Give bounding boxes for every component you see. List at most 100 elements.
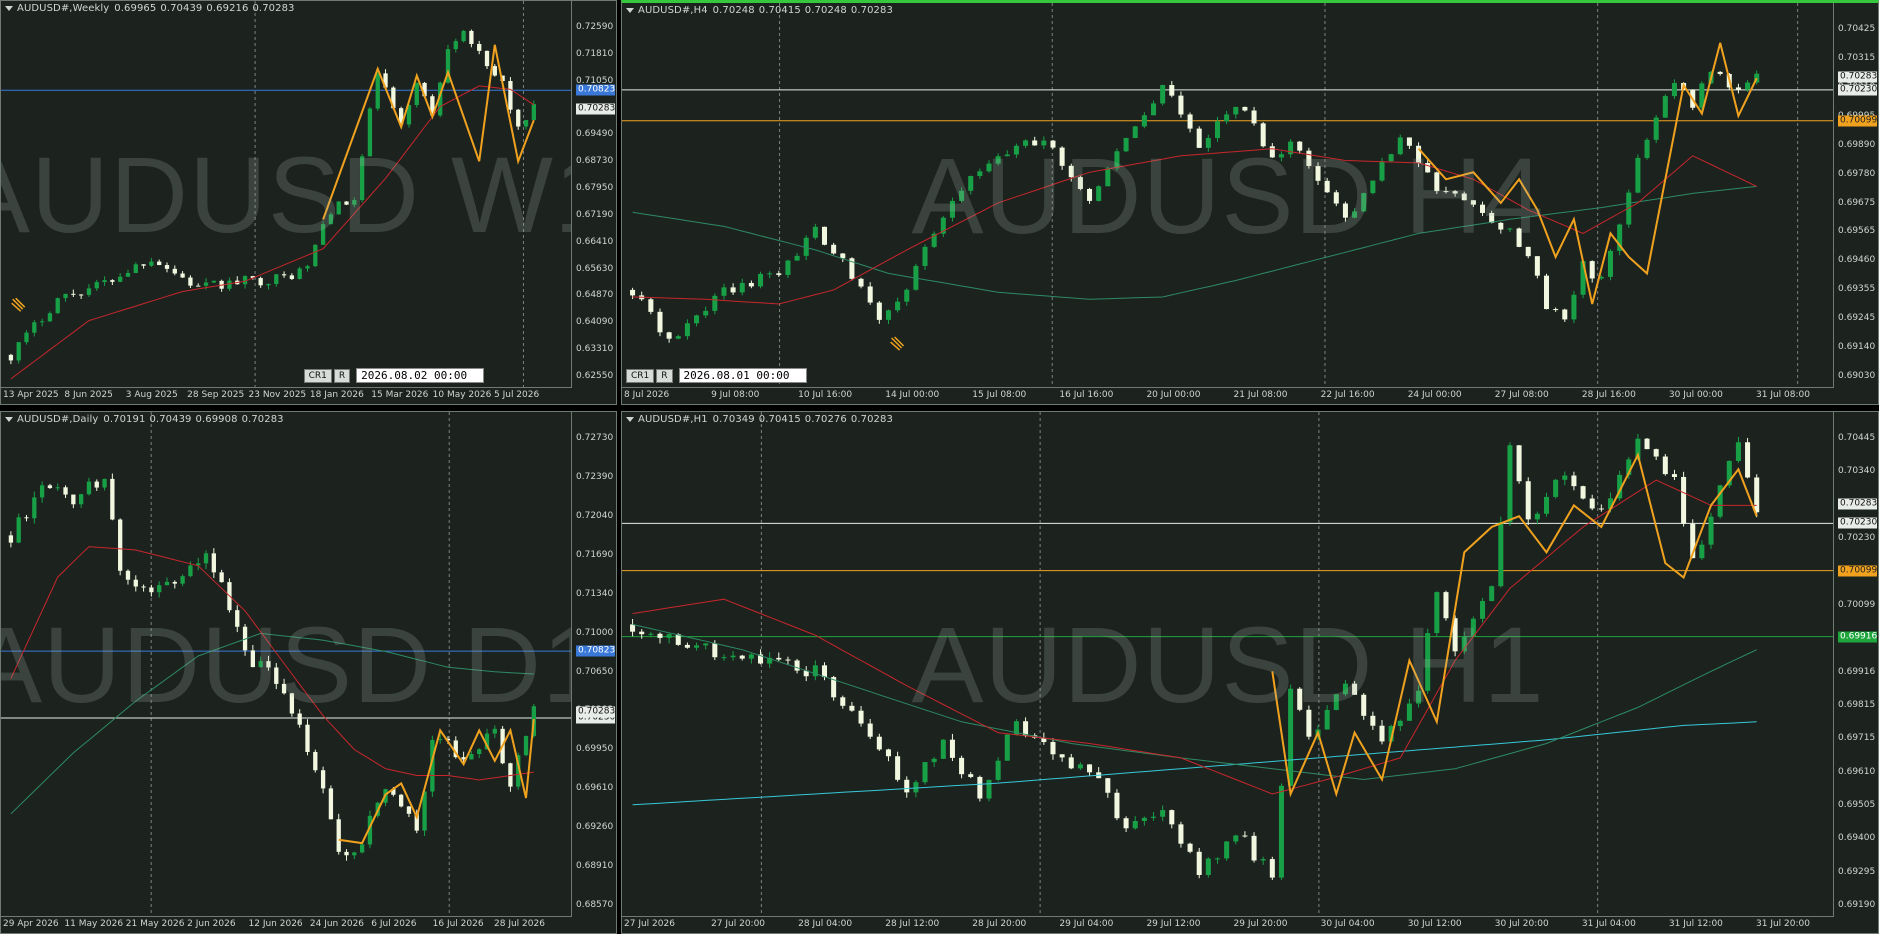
candle-body: [305, 724, 310, 752]
chart-window-h1[interactable]: AUDUSD#,H1 0.70349 0.70415 0.70276 0.70283 AU…: [621, 411, 1879, 934]
candle-body: [1205, 858, 1211, 875]
candle-body: [188, 565, 193, 577]
candle-body: [32, 322, 37, 333]
candle-body: [821, 226, 828, 245]
price-tick-label: 0.69400: [1838, 833, 1876, 844]
time-tick-label: 22 Jul 16:00: [1320, 390, 1375, 400]
candle-body: [63, 293, 68, 299]
navigator-button-r[interactable]: R: [333, 368, 351, 383]
candle-body: [648, 633, 654, 635]
time-tick-label: 13 Apr 2025: [3, 390, 59, 400]
collapse-triangle-icon[interactable]: [626, 416, 634, 422]
candle-body: [164, 265, 170, 269]
ohlc-high: 0.70439: [149, 414, 192, 425]
price-axis[interactable]: 0.72730 0.72390 0.72040 0.71690 0.71340 0.710…: [571, 412, 616, 917]
candle-body: [258, 278, 263, 286]
candle-body: [630, 624, 636, 632]
chart-info-line: AUDUSD#,H1 0.70349 0.70415 0.70276 0.70283: [626, 414, 897, 425]
chart-window-w1[interactable]: AUDUSD#,Weekly 0.69965 0.70439 0.69216 0.702…: [0, 0, 617, 405]
candle-body: [1242, 835, 1248, 837]
time-tick-label: 9 Jul 08:00: [711, 390, 760, 400]
candle-body: [1160, 810, 1166, 817]
candle-body: [648, 299, 654, 312]
price-axis[interactable]: 0.725900.718100.710500.702830.694900.687…: [571, 1, 616, 388]
ohlc-values: 0.69965 0.70439 0.69216 0.70283: [114, 3, 298, 14]
candle-body: [172, 268, 177, 274]
candle-body: [1050, 742, 1056, 755]
candle-body: [1571, 475, 1577, 487]
collapse-triangle-icon[interactable]: [626, 7, 634, 13]
time-axis[interactable]: 29 Apr 2026 11 May 2026 21 May 2026 2 Jun 2…: [1, 916, 572, 933]
candle-body: [1169, 85, 1175, 96]
time-tick-label: 8 Jun 2025: [64, 390, 113, 400]
navigator-date-field[interactable]: 2026.08.02 00:00: [356, 368, 485, 383]
time-axis[interactable]: 13 Apr 2025 8 Jun 2025 3 Aug 2025 28 Sep 20…: [1, 387, 572, 404]
candle-body: [47, 485, 53, 489]
candle-body: [328, 788, 334, 820]
price-axis[interactable]: 0.704250.703150.702100.699950.698900.697…: [1833, 3, 1878, 388]
candle-body: [721, 287, 727, 296]
collapse-triangle-icon[interactable]: [5, 5, 13, 11]
chart-info-line: AUDUSD#,Weekly 0.69965 0.70439 0.69216 0.702…: [5, 3, 299, 14]
navigator-button-r[interactable]: R: [656, 368, 673, 383]
candle-body: [289, 275, 295, 279]
price-tick-label: 0.69675: [1838, 197, 1876, 208]
candle-body: [266, 284, 271, 286]
candle-body: [1251, 835, 1257, 861]
time-tick-label: 29 Jul 04:00: [1059, 919, 1114, 929]
candle-body: [359, 844, 365, 853]
candle-body: [227, 280, 232, 289]
time-tick-label: 27 Jul 08:00: [1494, 390, 1549, 400]
candle-body: [55, 487, 60, 489]
candle-body: [16, 517, 21, 543]
chart-window-h4[interactable]: AUDUSD#,H4 0.70248 0.70415 0.70248 0.70283 AU…: [621, 0, 1879, 405]
price-tick-label: 0.68570: [576, 900, 614, 910]
candle-body: [118, 519, 123, 571]
candle-body: [1635, 157, 1641, 193]
time-axis[interactable]: 27 Jul 2026 27 Jul 20:00 28 Jul 04:00 28 Ju…: [622, 916, 1834, 933]
candle-body: [1754, 477, 1760, 513]
price-tick-label: 0.69245: [1838, 313, 1876, 324]
candle-body: [812, 226, 818, 238]
candle-body: [630, 289, 636, 296]
candle-body: [1150, 103, 1157, 116]
price-tick-label: 0.69490: [576, 129, 614, 140]
ohlc-high: 0.70415: [758, 5, 801, 16]
timeframe-watermark: AUDUSD H1: [911, 603, 1545, 725]
price-axis[interactable]: 0.704450.703400.702830.702300.701300.700…: [1833, 412, 1878, 917]
symbol-timeframe: AUDUSD#,Daily: [17, 414, 99, 425]
candle-body: [1224, 114, 1230, 122]
navigator-button-cr1[interactable]: CR1: [626, 368, 655, 383]
candle-body: [32, 497, 37, 519]
candle-body: [1644, 438, 1650, 450]
candle-body: [141, 264, 146, 266]
time-tick-label: 23 Nov 2025: [248, 390, 307, 400]
time-tick-label: 28 Sep 2025: [187, 390, 245, 400]
candle-body: [188, 277, 193, 286]
candle-body: [1379, 725, 1385, 742]
ohlc-low: 0.70248: [804, 5, 847, 16]
price-tick-label: 0.64090: [576, 317, 614, 328]
candle-body: [1105, 778, 1111, 793]
navigator-date-field[interactable]: 2026.08.01 00:00: [678, 368, 807, 383]
level-price-tag: 0.70823: [576, 84, 616, 96]
candle-body: [523, 120, 529, 127]
collapse-triangle-icon[interactable]: [5, 416, 13, 422]
candle-body: [1178, 824, 1184, 844]
ohlc-low: 0.69908: [195, 414, 238, 425]
time-tick-label: 31 Jul 20:00: [1756, 919, 1810, 929]
chart-window-d1[interactable]: AUDUSD#,Daily 0.70191 0.70439 0.69908 0.7028…: [0, 411, 617, 934]
price-tick-label: 0.70099: [1838, 599, 1876, 610]
candle-body: [1233, 106, 1239, 115]
time-axis[interactable]: 8 Jul 2026 9 Jul 08:00 10 Jul 16:00 14 Jul …: [622, 387, 1834, 404]
navigator-button-cr1[interactable]: CR1: [303, 368, 332, 383]
candle-body: [1543, 496, 1550, 514]
candle-body: [1708, 516, 1714, 545]
chart-navigator-toolbar: CR1 R 2026.08.01 00:00: [626, 368, 807, 383]
candle-body: [531, 104, 536, 121]
candle-body: [180, 273, 185, 278]
time-tick-label: 28 Jul 04:00: [798, 919, 853, 929]
time-tick-label: 20 Jul 00:00: [1146, 390, 1201, 400]
time-tick-label: 15 Jul 08:00: [972, 390, 1027, 400]
candle-body: [414, 82, 419, 106]
